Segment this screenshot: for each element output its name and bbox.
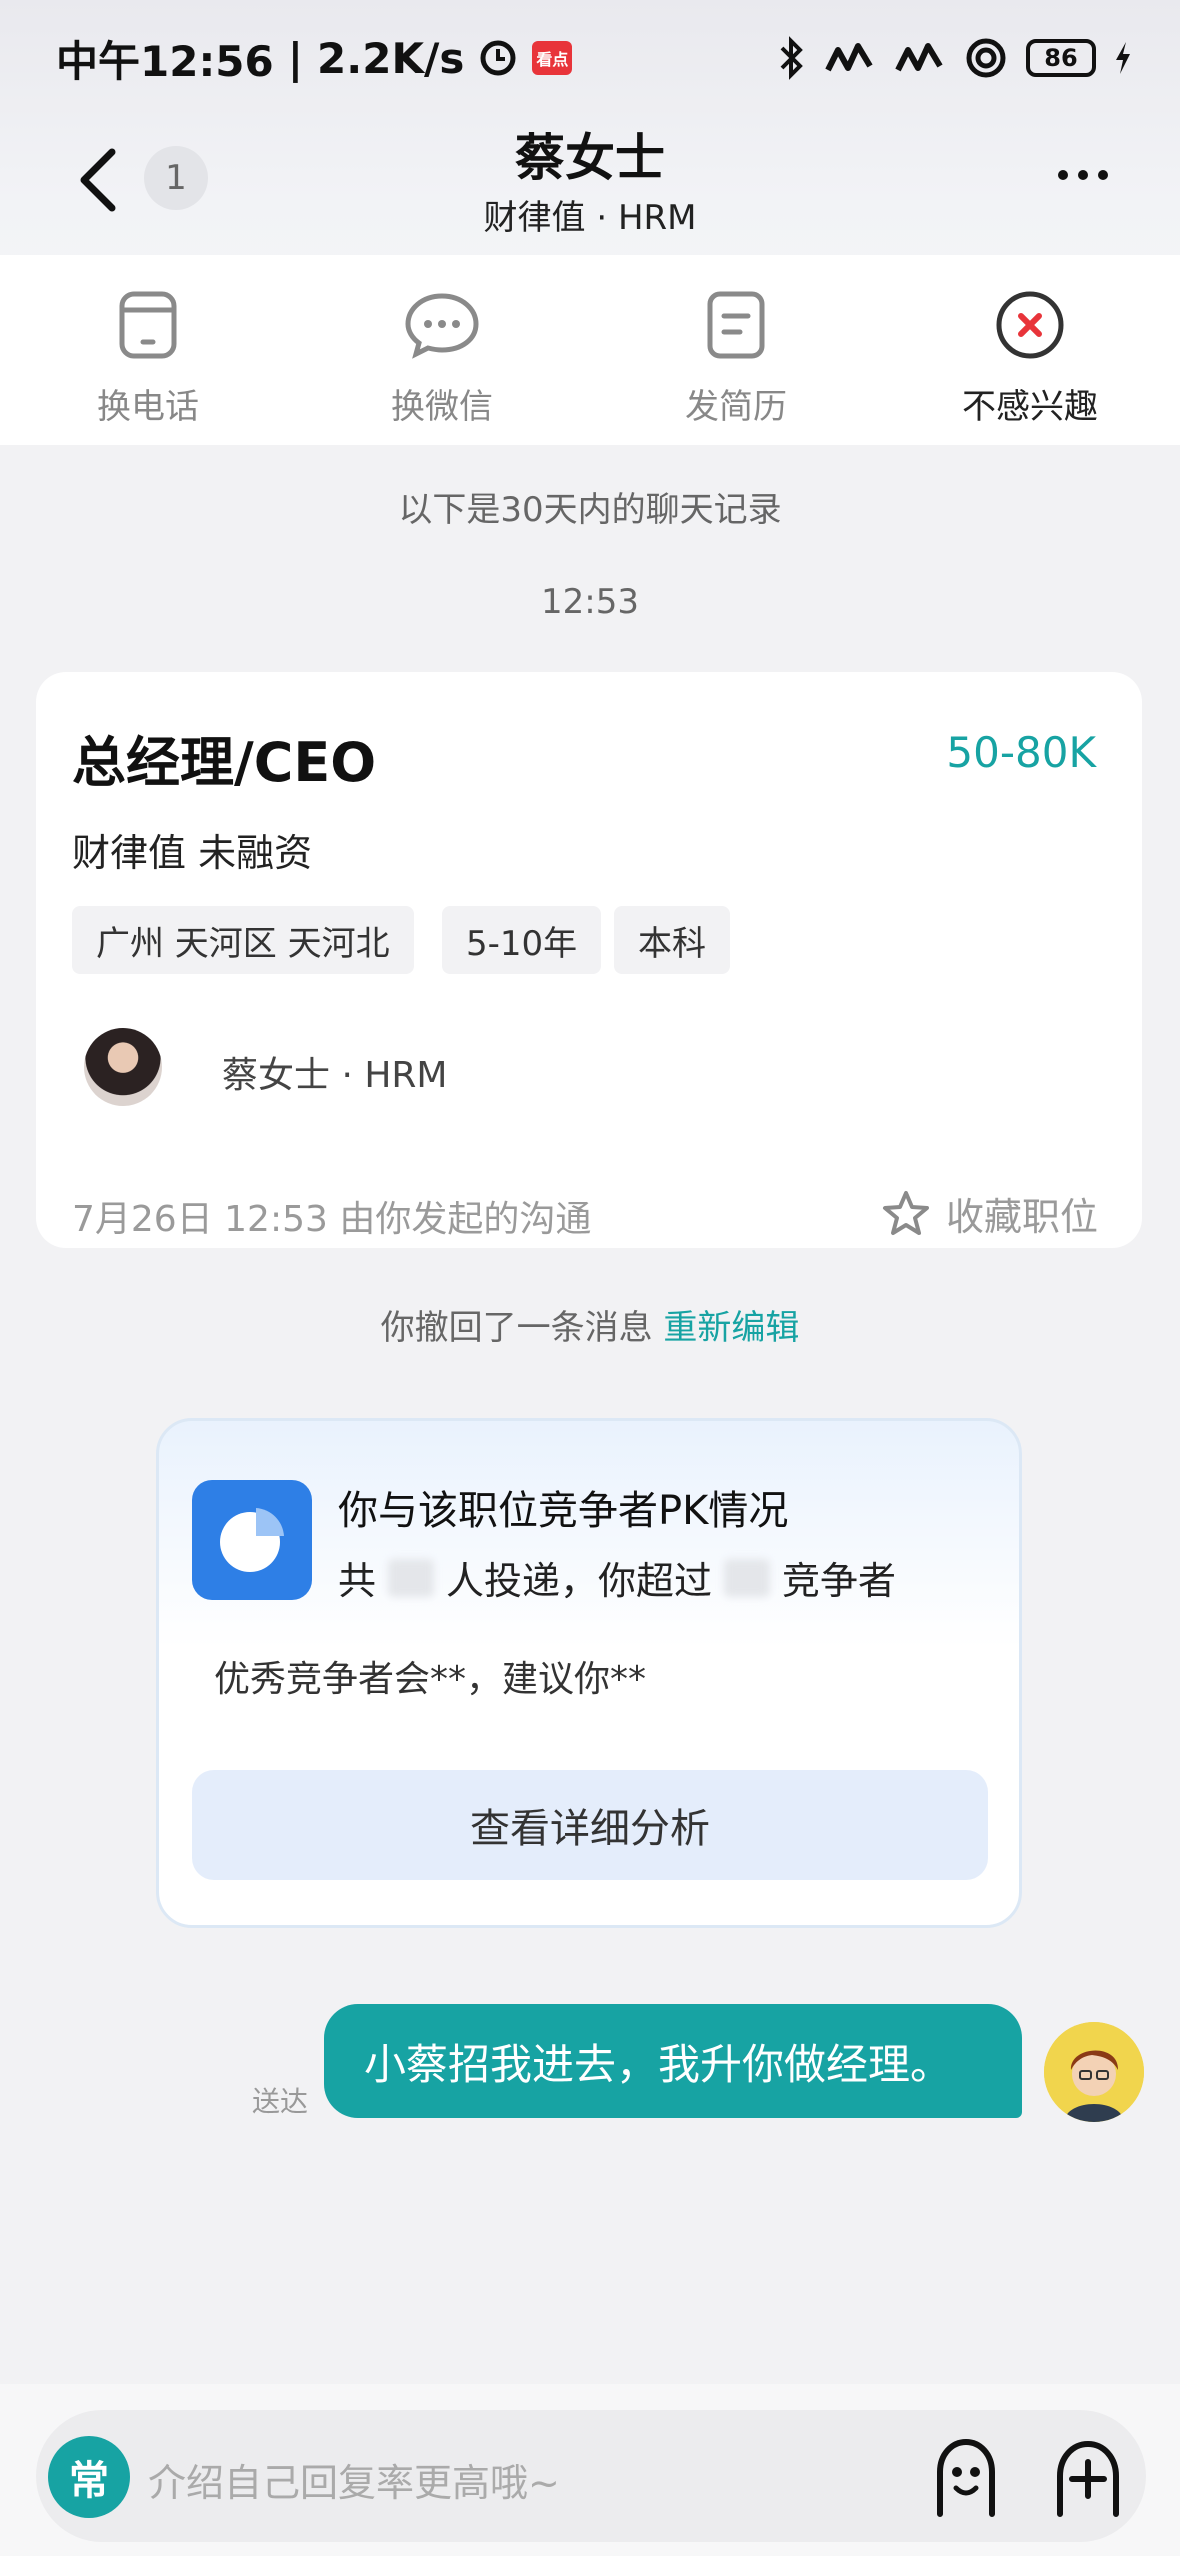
star-icon	[882, 1190, 929, 1235]
resume-icon	[696, 285, 776, 365]
my-avatar[interactable]	[1044, 2022, 1144, 2122]
dot-icon	[1098, 170, 1108, 180]
not-interested-icon	[990, 285, 1070, 365]
pk-description: 优秀竞争者会**，建议你**	[214, 1659, 647, 1700]
conversation-origin: 7月26日 12:53 由你发起的沟通	[72, 1199, 592, 1240]
action-label: 换微信	[391, 387, 493, 427]
action-label: 不感兴趣	[962, 387, 1098, 427]
wifi-icon	[966, 38, 1006, 78]
battery-icon: 86	[1026, 39, 1096, 77]
favorite-job-button[interactable]: 收藏职位	[880, 1186, 1098, 1241]
not-interested-button[interactable]: 不感兴趣	[930, 285, 1130, 428]
recall-text: 你撤回了一条消息	[380, 1308, 653, 1348]
view-analysis-button[interactable]: 查看详细分析	[192, 1770, 988, 1880]
common-phrases-button[interactable]: 常	[48, 2436, 130, 2518]
more-attachments-button[interactable]	[1046, 2434, 1130, 2518]
sent-message-bubble[interactable]: 小蔡招我进去，我升你做经理。	[324, 2004, 1022, 2118]
job-title: 总经理/CEO	[72, 731, 377, 794]
re-edit-link[interactable]: 重新编辑	[663, 1308, 799, 1348]
more-options-button[interactable]	[1058, 160, 1118, 190]
plus-icon	[1057, 2440, 1119, 2517]
send-resume-button[interactable]: 发简历	[636, 285, 836, 428]
blurred-count	[724, 1558, 771, 1597]
job-salary: 50-80K	[946, 728, 1096, 777]
exchange-phone-button[interactable]: 换电话	[48, 285, 248, 428]
alarm-icon	[480, 40, 516, 76]
network-speed: 2.2K/s	[317, 33, 465, 83]
bluetooth-icon	[780, 36, 803, 80]
action-label: 发简历	[685, 387, 787, 427]
dot-icon	[1078, 170, 1088, 180]
exchange-wechat-button[interactable]: 换微信	[342, 285, 542, 428]
app-notification-icon: 看点	[532, 41, 573, 75]
page-title: 蔡女士	[515, 129, 665, 187]
delivery-status: 送达	[252, 2085, 309, 2118]
status-bar-right: 86	[776, 30, 1132, 86]
phone-icon	[108, 285, 188, 365]
emoji-icon	[937, 2438, 995, 2517]
status-bar-left: 中午12:56 | 2.2K/s 看点	[56, 30, 573, 86]
hr-avatar[interactable]	[84, 1028, 162, 1106]
location-tag: 广州 天河区 天河北	[72, 906, 414, 974]
input-placeholder: 介绍自己回复率更高哦~	[148, 2461, 560, 2505]
page-subtitle: 财律值 · HRM	[483, 198, 697, 238]
dot-icon	[1058, 170, 1068, 180]
chat-timestamp: 12:53	[541, 582, 639, 622]
action-label: 换电话	[97, 387, 199, 427]
wechat-icon	[402, 285, 482, 365]
signal-1-icon	[825, 43, 873, 72]
pk-title: 你与该职位竞争者PK情况	[338, 1488, 789, 1534]
charging-icon	[1116, 42, 1130, 74]
education-tag: 本科	[614, 906, 730, 974]
hr-name: 蔡女士 · HRM	[222, 1055, 448, 1096]
recall-notice: 你撤回了一条消息 重新编辑	[0, 1300, 1180, 1349]
emoji-button[interactable]	[924, 2434, 1008, 2518]
signal-2-icon	[895, 43, 943, 72]
pk-summary: 共 人投递，你超过 竞争者	[338, 1558, 897, 1603]
history-notice: 以下是30天内的聊天记录	[398, 490, 782, 530]
blurred-count	[388, 1558, 435, 1597]
status-time: 中午12:56	[56, 36, 274, 86]
experience-tag: 5-10年	[442, 906, 602, 974]
company-info: 财律值 未融资	[72, 831, 313, 875]
pie-chart-icon	[192, 1480, 312, 1600]
favorite-label: 收藏职位	[945, 1195, 1098, 1239]
